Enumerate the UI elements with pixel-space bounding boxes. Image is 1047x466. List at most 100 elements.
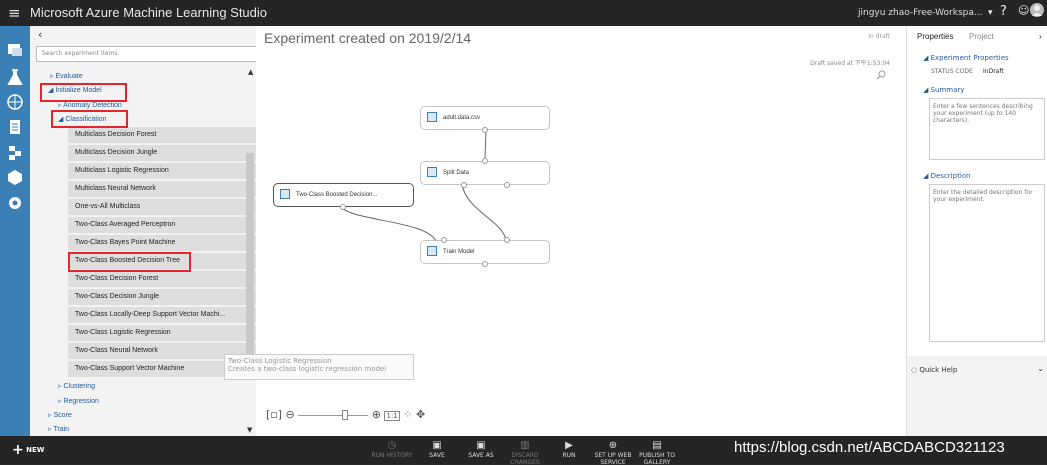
output-port[interactable] bbox=[482, 127, 488, 133]
save-as-button[interactable]: ▣ SAVE AS bbox=[459, 440, 503, 459]
chevron-down-icon[interactable]: ⌄ bbox=[1037, 364, 1044, 373]
section-experiment-properties[interactable]: ◢ Experiment Properties bbox=[923, 54, 1009, 62]
datasets-icon[interactable] bbox=[6, 144, 24, 162]
output-port[interactable] bbox=[482, 261, 488, 267]
section-label: Description bbox=[930, 172, 971, 180]
button-label: RUN HISTORY bbox=[371, 452, 413, 459]
module-dataset[interactable]: adult.data.csv bbox=[420, 106, 550, 133]
settings-gear-icon[interactable] bbox=[6, 194, 24, 212]
annotation-box bbox=[40, 83, 127, 102]
tab-properties[interactable]: Properties bbox=[917, 32, 953, 41]
annotation-box bbox=[51, 110, 128, 128]
input-port[interactable] bbox=[441, 237, 447, 243]
annotation-box bbox=[68, 252, 191, 272]
section-description[interactable]: ◢ Description bbox=[923, 172, 970, 180]
avatar[interactable] bbox=[1030, 3, 1044, 21]
list-item[interactable]: Two-Class Logistic Regression⁞ bbox=[68, 324, 269, 341]
list-item[interactable]: Two-Class Locally-Deep Support Vector Ma… bbox=[68, 306, 269, 323]
web-services-globe-icon[interactable] bbox=[6, 93, 24, 111]
collapse-palette-icon[interactable]: ‹ bbox=[38, 28, 42, 41]
notebooks-icon[interactable] bbox=[6, 118, 24, 136]
hamburger-menu-icon[interactable]: ≡ bbox=[8, 4, 21, 22]
item-label: Multiclass Decision Jungle bbox=[75, 149, 158, 156]
module-boosted-decision-tree[interactable]: Two-Class Boosted Decision... bbox=[273, 183, 414, 210]
train-icon bbox=[427, 246, 437, 256]
help-icon[interactable]: ? bbox=[1000, 4, 1007, 19]
setup-web-service-button[interactable]: ⊕ SET UP WEB SERVICE bbox=[591, 440, 635, 466]
summary-textarea[interactable]: Enter a few sentences describing your ex… bbox=[929, 98, 1045, 160]
list-item[interactable]: Two-Class Averaged Perceptron⁞ bbox=[68, 216, 269, 233]
module-label: Train Model bbox=[443, 249, 475, 255]
quick-help-header[interactable]: ◌ Quick Help bbox=[911, 366, 957, 374]
item-label: Two-Class Logistic Regression bbox=[75, 329, 171, 336]
list-item[interactable]: One-vs-All Multiclass⁞ bbox=[68, 198, 269, 215]
output-port[interactable] bbox=[461, 182, 467, 188]
tree-item-clustering[interactable]: ▹ Clustering bbox=[58, 382, 95, 390]
list-item[interactable]: Two-Class Bayes Point Machine⁞ bbox=[68, 234, 269, 251]
module-split-data[interactable]: Split Data bbox=[420, 158, 550, 188]
search-input[interactable]: Search experiment items bbox=[36, 46, 280, 62]
run-history-button[interactable]: ◷ RUN HISTORY bbox=[370, 440, 414, 459]
zoom-slider[interactable] bbox=[298, 409, 369, 420]
zoom-out-icon[interactable]: ⊖ bbox=[286, 408, 295, 421]
zoom-in-icon[interactable]: ⊕ bbox=[372, 408, 381, 421]
tree-item-evaluate[interactable]: ▹ Evaluate bbox=[50, 72, 83, 80]
trained-models-icon[interactable] bbox=[6, 168, 24, 186]
publish-gallery-button[interactable]: ▤ PUBLISH TO GALLERY bbox=[635, 440, 679, 466]
module-label: adult.data.csv bbox=[443, 115, 481, 121]
trash-icon: ▥ bbox=[520, 440, 530, 451]
new-button[interactable]: + NEW bbox=[12, 442, 45, 458]
scroll-up-icon[interactable]: ▲ bbox=[248, 68, 253, 76]
scroll-down-icon[interactable]: ▼ bbox=[247, 426, 252, 434]
tree-label: Clustering bbox=[63, 383, 95, 390]
new-label: NEW bbox=[26, 446, 45, 454]
tree-item-score[interactable]: ▹ Score bbox=[48, 411, 72, 419]
section-summary[interactable]: ◢ Summary bbox=[923, 86, 964, 94]
fit-screen-icon[interactable]: [▫] bbox=[266, 408, 282, 421]
projects-icon[interactable] bbox=[6, 40, 24, 58]
chevron-down-icon[interactable]: ▾ bbox=[988, 8, 993, 18]
discard-changes-button[interactable]: ▥ DISCARD CHANGES bbox=[503, 440, 547, 466]
tree-item-train[interactable]: ▹ Train bbox=[48, 425, 69, 433]
button-label: SAVE bbox=[429, 452, 445, 459]
actual-size-button[interactable]: 1:1 bbox=[384, 411, 400, 421]
tooltip-title: Two-Class Logistic Regression bbox=[228, 357, 332, 365]
quick-help-label: Quick Help bbox=[919, 366, 958, 374]
input-port[interactable] bbox=[482, 158, 488, 164]
history-icon: ◷ bbox=[387, 440, 397, 451]
feedback-icon[interactable]: ☺ bbox=[1018, 4, 1029, 17]
save-button[interactable]: ▣ SAVE bbox=[415, 440, 459, 459]
description-textarea[interactable]: Enter the detailed description for your … bbox=[929, 184, 1045, 342]
tree-label: Evaluate bbox=[55, 73, 83, 80]
item-label: Two-Class Bayes Point Machine bbox=[75, 239, 176, 246]
auto-layout-icon[interactable]: ⁘ bbox=[403, 408, 412, 421]
output-port[interactable] bbox=[504, 182, 510, 188]
tree-label: Regression bbox=[63, 398, 99, 405]
dataset-icon bbox=[427, 112, 437, 122]
item-label: Two-Class Decision Forest bbox=[75, 275, 159, 282]
experiments-flask-icon[interactable] bbox=[6, 68, 24, 86]
collapse-panel-icon[interactable]: › bbox=[1039, 32, 1042, 41]
input-port[interactable] bbox=[504, 237, 510, 243]
list-item[interactable]: Two-Class Decision Jungle⁞ bbox=[68, 288, 269, 305]
save-icon: ▣ bbox=[432, 440, 442, 451]
list-item[interactable]: Multiclass Decision Forest⁞ bbox=[68, 126, 269, 143]
button-label: PUBLISH TO GALLERY bbox=[639, 452, 675, 466]
tree-item-regression[interactable]: ▹ Regression bbox=[58, 397, 99, 405]
tab-project[interactable]: Project bbox=[969, 32, 994, 41]
pan-icon[interactable]: ✥ bbox=[416, 408, 425, 421]
list-item[interactable]: Multiclass Neural Network⁞ bbox=[68, 180, 269, 197]
search-placeholder: Search experiment items bbox=[42, 50, 118, 57]
tree-item-anomaly-detection[interactable]: ▹ Anomaly Detection bbox=[58, 101, 122, 109]
item-label: Multiclass Decision Forest bbox=[75, 131, 157, 138]
palette-scrollbar[interactable] bbox=[246, 153, 254, 355]
bottom-command-bar: + NEW ◷ RUN HISTORY ▣ SAVE ▣ SAVE AS ▥ DISCA… bbox=[0, 436, 1047, 466]
list-item[interactable]: Multiclass Logistic Regression⁞ bbox=[68, 162, 269, 179]
run-button[interactable]: ▶ RUN bbox=[547, 440, 591, 459]
module-train-model[interactable]: Train Model bbox=[420, 237, 550, 267]
palette-tooltip: Two-Class Logistic Regression Creates a … bbox=[224, 354, 414, 380]
workspace-selector[interactable]: jingyu zhao-Free-Workspa... bbox=[858, 8, 982, 18]
list-item[interactable]: Multiclass Decision Jungle⁞ bbox=[68, 144, 269, 161]
list-item[interactable]: Two-Class Decision Forest⁞ bbox=[68, 270, 269, 287]
output-port[interactable] bbox=[340, 204, 346, 210]
